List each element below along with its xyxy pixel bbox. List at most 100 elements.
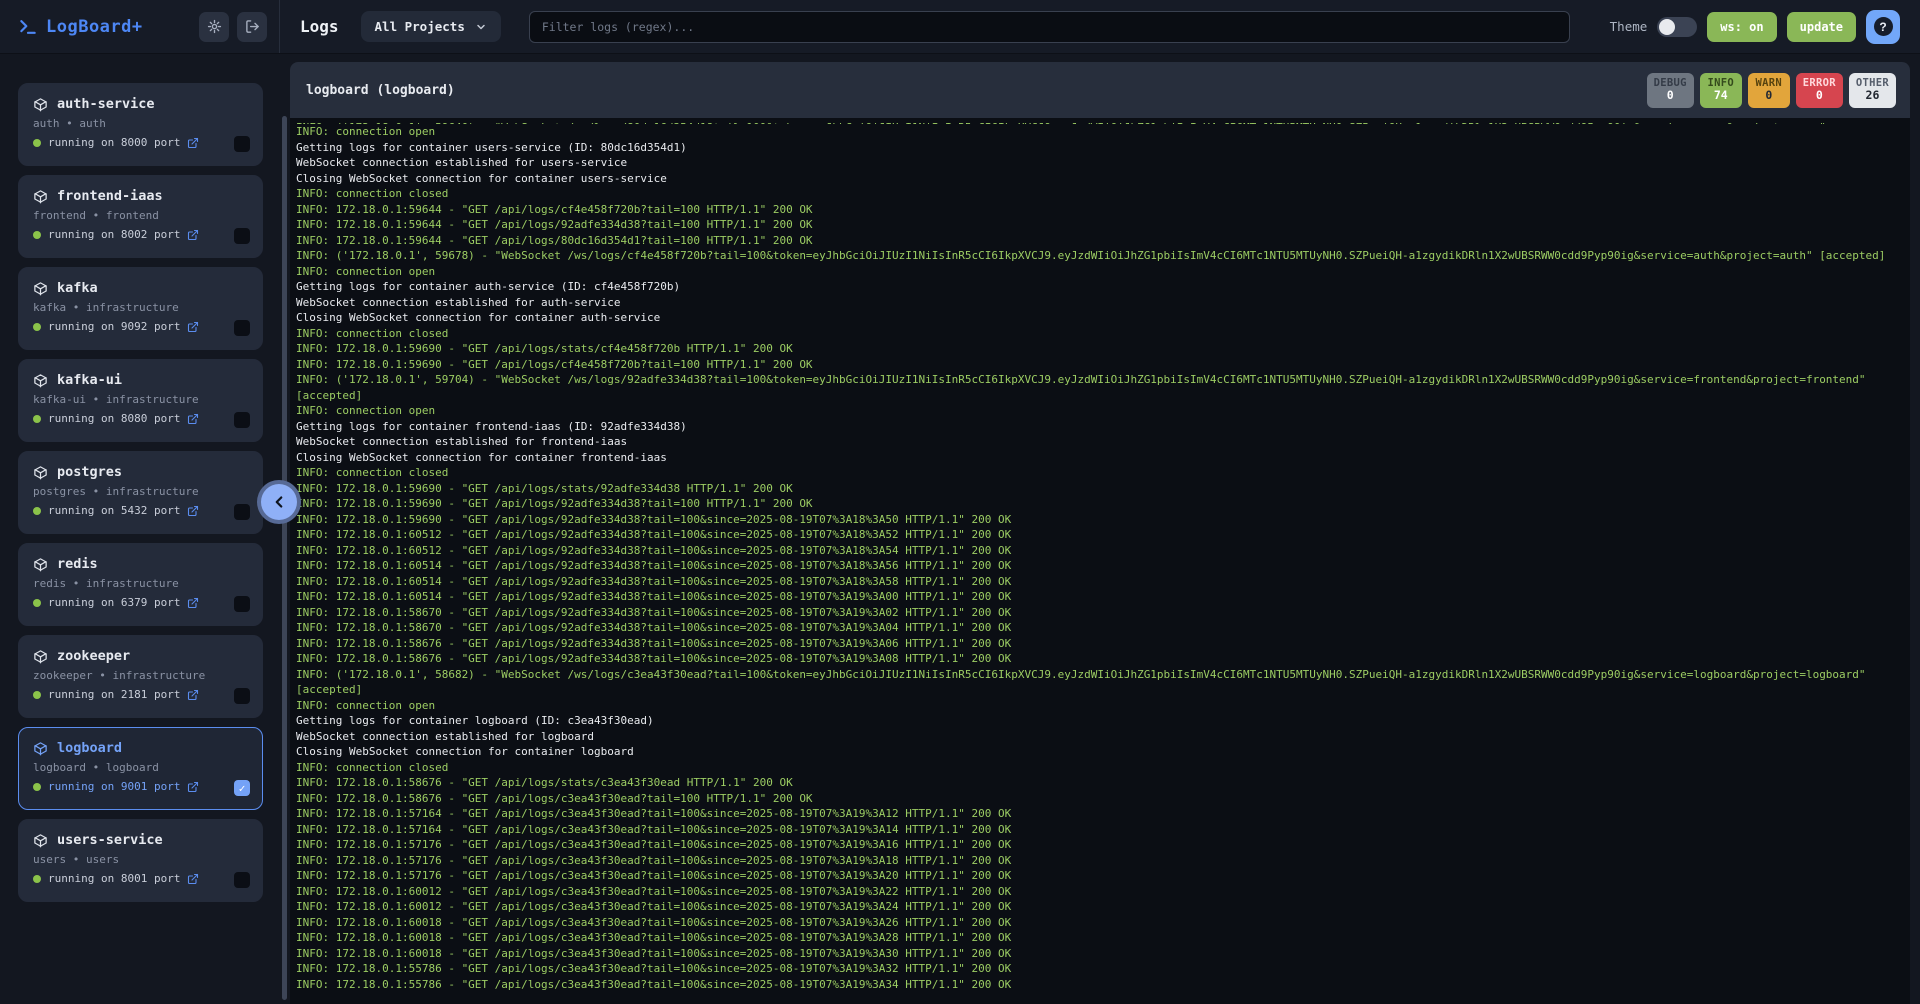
service-select-checkbox[interactable] [234, 872, 250, 888]
package-icon [33, 97, 48, 112]
log-line: INFO: 172.18.0.1:59690 - "GET /api/logs/… [296, 341, 1906, 357]
service-card[interactable]: kafka-ui kafka-ui • infrastructure runni… [18, 359, 263, 442]
service-list: auth-service auth • auth running on 8000… [18, 83, 280, 902]
log-line: INFO: 172.18.0.1:59690 - "GET /api/logs/… [296, 496, 1906, 512]
log-panel-title: logboard (logboard) [306, 83, 455, 98]
service-card[interactable]: auth-service auth • auth running on 8000… [18, 83, 263, 166]
external-link-icon [187, 137, 199, 149]
package-icon [33, 373, 48, 388]
open-service-link[interactable] [187, 413, 199, 425]
service-status-text: running on 8000 port [48, 136, 180, 149]
services-sidebar: auth-service auth • auth running on 8000… [0, 54, 280, 1004]
top-bar-left: LogBoard+ [0, 0, 280, 53]
sidebar-collapse-button[interactable] [257, 480, 301, 524]
service-card[interactable]: postgres postgres • infrastructure runni… [18, 451, 263, 534]
service-status-text: running on 9092 port [48, 320, 180, 333]
websocket-status-button[interactable]: ws: on [1707, 12, 1776, 42]
service-card[interactable]: logboard logboard • logboard running on … [18, 727, 263, 810]
service-select-checkbox[interactable] [234, 596, 250, 612]
log-line: INFO: 172.18.0.1:57176 - "GET /api/logs/… [296, 868, 1906, 884]
log-line: INFO: connection closed [296, 326, 1906, 342]
service-card[interactable]: users-service users • users running on 8… [18, 819, 263, 902]
log-line: WebSocket connection established for log… [296, 729, 1906, 745]
level-badge-count: 26 [1866, 89, 1880, 103]
service-select-checkbox[interactable] [234, 504, 250, 520]
open-service-link[interactable] [187, 137, 199, 149]
service-meta: users • users [33, 853, 248, 866]
log-line: INFO: connection open [296, 403, 1906, 419]
level-badge[interactable]: ERROR 0 [1796, 73, 1843, 108]
open-service-link[interactable] [187, 873, 199, 885]
log-line: Closing WebSocket connection for contain… [296, 310, 1906, 326]
logout-button[interactable] [237, 12, 267, 42]
service-card[interactable]: frontend-iaas frontend • frontend runnin… [18, 175, 263, 258]
service-card-title-row: auth-service [33, 96, 248, 112]
external-link-icon [187, 781, 199, 793]
project-filter-dropdown[interactable]: All Projects [361, 11, 501, 42]
log-line: INFO: 172.18.0.1:55786 - "GET /api/logs/… [296, 977, 1906, 993]
service-select-checkbox[interactable] [234, 228, 250, 244]
package-icon [33, 741, 48, 756]
service-card[interactable]: redis redis • infrastructure running on … [18, 543, 263, 626]
service-select-checkbox[interactable] [234, 320, 250, 336]
status-dot [33, 231, 41, 239]
open-service-link[interactable] [187, 597, 199, 609]
log-line: INFO: ('172.18.0.1', 59678) - "WebSocket… [296, 248, 1906, 264]
open-service-link[interactable] [187, 505, 199, 517]
service-select-checkbox[interactable] [234, 688, 250, 704]
status-dot [33, 323, 41, 331]
open-service-link[interactable] [187, 689, 199, 701]
logout-icon [245, 19, 260, 34]
theme-toggle-knob [1659, 19, 1675, 35]
help-button[interactable]: ? [1866, 10, 1900, 44]
log-panel: logboard (logboard) DEBUG 0 INFO 74 WARN… [290, 62, 1910, 1004]
settings-button[interactable] [199, 12, 229, 42]
log-filter-input[interactable] [529, 11, 1570, 43]
log-line: INFO: connection open [296, 264, 1906, 280]
log-line: INFO: 172.18.0.1:59690 - "GET /api/logs/… [296, 481, 1906, 497]
service-card[interactable]: zookeeper zookeeper • infrastructure run… [18, 635, 263, 718]
log-line: INFO: 172.18.0.1:58676 - "GET /api/logs/… [296, 791, 1906, 807]
package-icon [33, 649, 48, 664]
log-line: INFO: 172.18.0.1:60012 - "GET /api/logs/… [296, 884, 1906, 900]
service-status-text: running on 8002 port [48, 228, 180, 241]
open-service-link[interactable] [187, 229, 199, 241]
service-select-checkbox[interactable] [234, 136, 250, 152]
log-output[interactable]: INFO: ('172.18.0.1', 59640) - "WebSocket… [290, 118, 1910, 1004]
log-line: Getting logs for container logboard (ID:… [296, 713, 1906, 729]
service-status-row: running on 5432 port [33, 504, 248, 517]
app-name: LogBoard+ [46, 17, 143, 37]
log-line: INFO: 172.18.0.1:57164 - "GET /api/logs/… [296, 822, 1906, 838]
service-name: kafka-ui [57, 372, 122, 388]
sidebar-scrollbar-thumb[interactable] [282, 116, 287, 1000]
log-line: Getting logs for container users-service… [296, 140, 1906, 156]
service-status-text: running on 6379 port [48, 596, 180, 609]
service-card[interactable]: kafka kafka • infrastructure running on … [18, 267, 263, 350]
service-name: redis [57, 556, 98, 572]
log-line: INFO: 172.18.0.1:60012 - "GET /api/logs/… [296, 899, 1906, 915]
service-name: kafka [57, 280, 98, 296]
log-line: INFO: 172.18.0.1:60514 - "GET /api/logs/… [296, 589, 1906, 605]
service-select-checkbox[interactable] [234, 412, 250, 428]
update-button[interactable]: update [1787, 12, 1856, 42]
log-line: INFO: connection open [296, 698, 1906, 714]
service-select-checkbox[interactable]: ✓ [234, 780, 250, 796]
service-status-row: running on 9092 port [33, 320, 248, 333]
open-service-link[interactable] [187, 321, 199, 333]
log-line: INFO: 172.18.0.1:58676 - "GET /api/logs/… [296, 775, 1906, 791]
level-badge[interactable]: WARN 0 [1748, 73, 1790, 108]
log-line: INFO: 172.18.0.1:55786 - "GET /api/logs/… [296, 961, 1906, 977]
level-badge[interactable]: INFO 74 [1700, 73, 1742, 108]
service-meta: auth • auth [33, 117, 248, 130]
level-badge[interactable]: DEBUG 0 [1647, 73, 1694, 108]
terminal-icon [18, 17, 38, 37]
theme-toggle[interactable] [1657, 17, 1697, 37]
log-line: INFO: 172.18.0.1:58676 - "GET /api/logs/… [296, 651, 1906, 667]
level-badge[interactable]: OTHER 26 [1849, 73, 1896, 108]
service-status-row: running on 8080 port [33, 412, 248, 425]
content-area: auth-service auth • auth running on 8000… [0, 54, 1920, 1004]
log-line: INFO: 172.18.0.1:60018 - "GET /api/logs/… [296, 915, 1906, 931]
open-service-link[interactable] [187, 781, 199, 793]
level-badges: DEBUG 0 INFO 74 WARN 0 ERROR 0 OTHER 26 [1647, 73, 1896, 108]
external-link-icon [187, 689, 199, 701]
